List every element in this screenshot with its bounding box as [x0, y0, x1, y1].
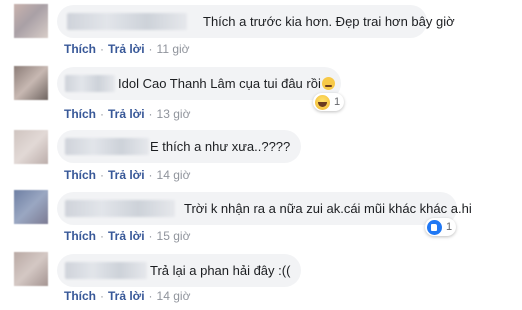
comment-text: Trời k nhận ra a nữa zui ak.cái mũi khác…	[184, 201, 472, 216]
comment-actions: Thích · Trả lời · 14 giờ	[64, 289, 190, 303]
separator: ·	[100, 42, 104, 56]
reaction-count[interactable]: 1	[313, 93, 345, 111]
comment-text: Thích a trước kia hơn. Đẹp trai hơn bây …	[203, 14, 455, 29]
separator: ·	[148, 229, 153, 243]
comment-text: Idol Cao Thanh Lâm cụa tui đâu rồi	[118, 76, 335, 91]
separator: ·	[100, 168, 104, 182]
haha-reaction-icon	[315, 94, 330, 110]
reply-link[interactable]: Trả lời	[108, 42, 145, 56]
timestamp[interactable]: 11 giờ	[157, 42, 190, 56]
commenter-name-blurred[interactable]	[65, 75, 115, 92]
reaction-count-value: 1	[446, 221, 453, 233]
like-reaction-icon	[427, 219, 442, 235]
separator: ·	[100, 289, 104, 303]
like-link[interactable]: Thích	[64, 289, 96, 303]
timestamp[interactable]: 14 giờ	[157, 289, 191, 303]
timestamp[interactable]: 14 giờ	[157, 168, 191, 182]
commenter-name-blurred[interactable]	[67, 13, 187, 30]
commenter-name-blurred[interactable]	[65, 262, 147, 279]
comment-actions: Thích · Trả lời · 13 giờ	[64, 107, 190, 121]
comment-bubble: Trả lại a phan hải đây :((	[57, 254, 301, 287]
reaction-count-value: 1	[334, 96, 341, 108]
comment-bubble: Trời k nhận ra a nữa zui ak.cái mũi khác…	[57, 192, 472, 225]
reply-link[interactable]: Trả lời	[108, 229, 145, 243]
reply-link[interactable]: Trả lời	[108, 168, 145, 182]
avatar[interactable]	[14, 66, 48, 100]
comment-bubble: Thích a trước kia hơn. Đẹp trai hơn bây …	[57, 5, 455, 38]
like-link[interactable]: Thích	[64, 42, 96, 56]
reply-link[interactable]: Trả lời	[108, 107, 145, 121]
like-link[interactable]: Thích	[64, 107, 96, 121]
comment-bubble: E thích a như xưa..????	[57, 130, 301, 163]
separator: ·	[148, 168, 153, 182]
commenter-name-blurred[interactable]	[65, 138, 149, 155]
separator: ·	[100, 229, 104, 243]
like-link[interactable]: Thích	[64, 229, 96, 243]
separator: ·	[148, 107, 153, 121]
comment-bubble: Idol Cao Thanh Lâm cụa tui đâu rồi	[57, 67, 341, 100]
comment-text: E thích a như xưa..????	[150, 139, 291, 154]
comment-text: Trả lại a phan hải đây :((	[150, 263, 291, 278]
commenter-name-blurred[interactable]	[65, 200, 175, 217]
separator: ·	[148, 42, 153, 56]
comment-actions: Thích · Trả lời · 15 giờ	[64, 229, 190, 243]
comment-actions: Thích · Trả lời · 14 giờ	[64, 168, 190, 182]
timestamp[interactable]: 13 giờ	[157, 107, 191, 121]
avatar[interactable]	[14, 130, 48, 164]
avatar[interactable]	[14, 190, 48, 224]
separator: ·	[148, 289, 153, 303]
like-link[interactable]: Thích	[64, 168, 96, 182]
comment-actions: Thích · Trả lời · 11 giờ	[64, 42, 190, 56]
separator: ·	[100, 107, 104, 121]
grimace-emoji-icon	[321, 77, 335, 90]
reaction-count[interactable]: 1	[425, 218, 457, 236]
avatar[interactable]	[14, 252, 48, 286]
timestamp[interactable]: 15 giờ	[157, 229, 191, 243]
avatar[interactable]	[14, 4, 48, 38]
reply-link[interactable]: Trả lời	[108, 289, 145, 303]
